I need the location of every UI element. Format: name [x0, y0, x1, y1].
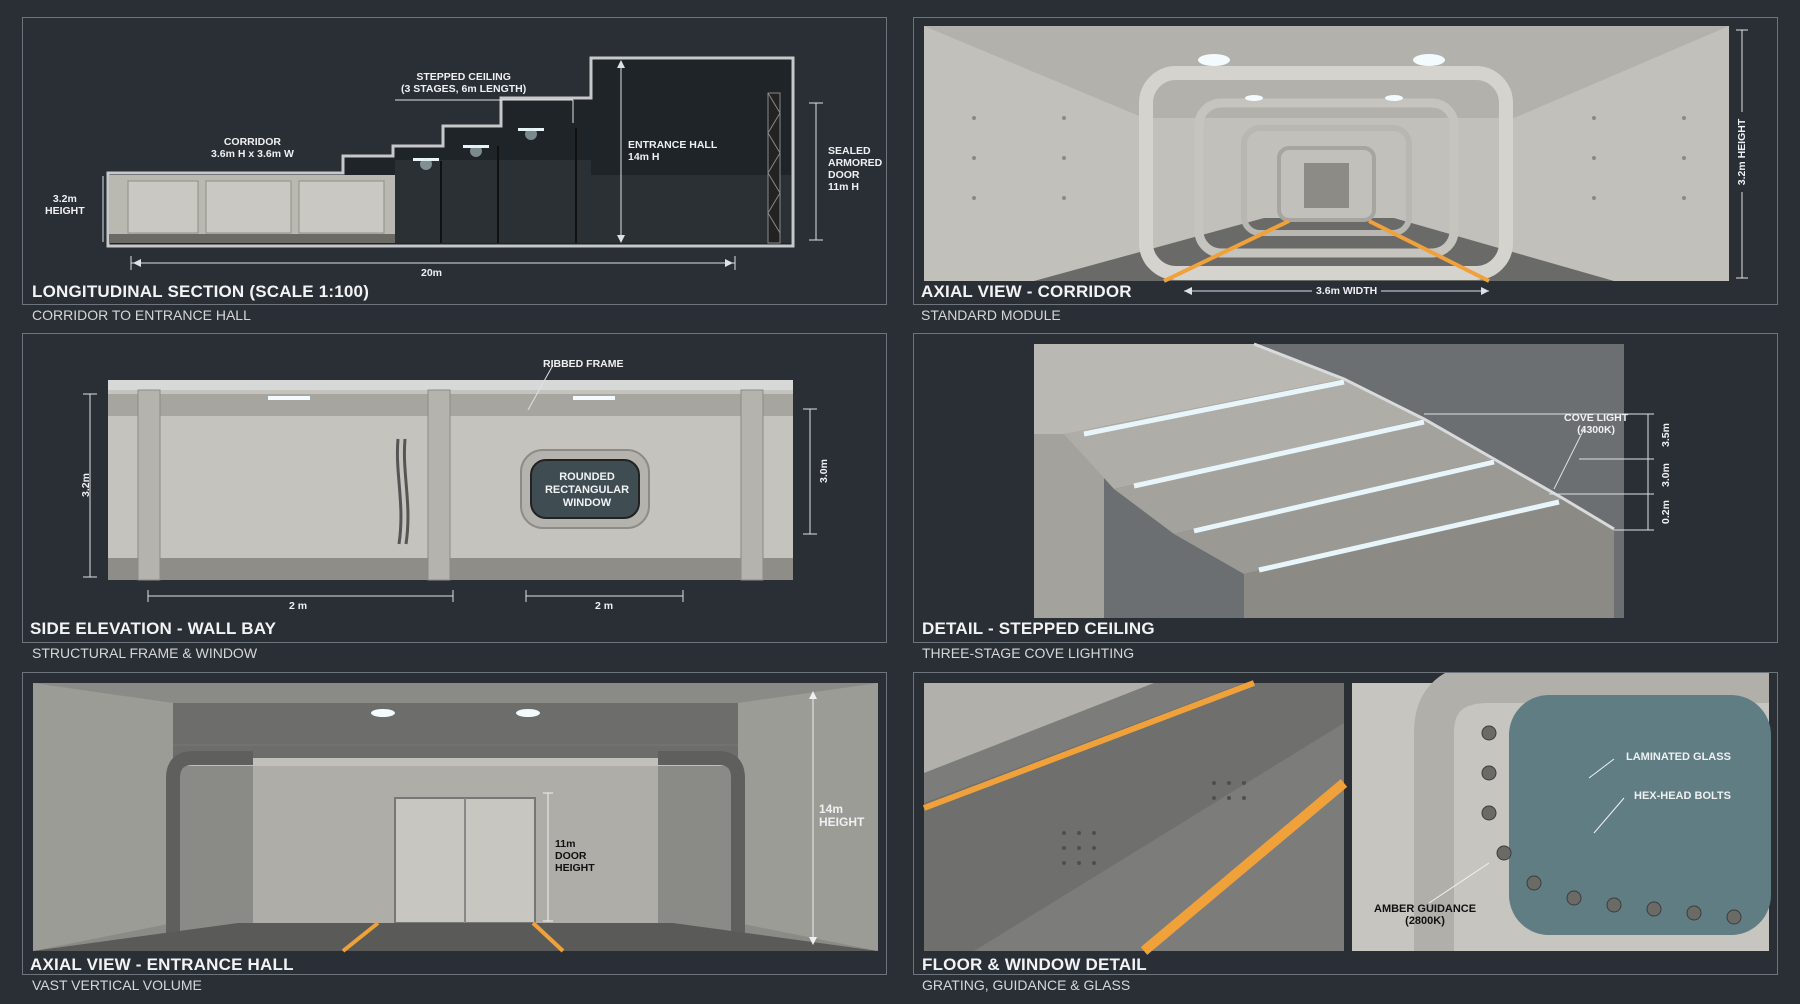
section-stepped-label: STEPPED CEILING (3 STAGES, 6m LENGTH) — [401, 71, 527, 95]
corridor-width-label: 3.6m WIDTH — [1312, 285, 1382, 297]
elevation-drawing — [83, 364, 817, 602]
panel-title: LONGITUDINAL SECTION (SCALE 1:100) — [32, 282, 370, 301]
ceiling-dim-1: 3.5m — [1660, 423, 1672, 447]
section-corridor-label: CORRIDOR 3.6m H x 3.6m W — [211, 136, 294, 160]
elevation-height-right: 3.0m — [818, 459, 830, 483]
section-hall-label: ENTRANCE HALL 14m H — [628, 139, 718, 163]
elevation-bay-1: 2 m — [289, 600, 308, 612]
panel-stepped-ceiling: COVE LIGHT (4300K) 3.5m 3.0m 0.2m DETAIL… — [913, 333, 1778, 643]
hall-render — [33, 683, 878, 953]
detail-amber-label: AMBER GUIDANCE (2800K) — [1374, 903, 1477, 927]
section-drawing — [102, 56, 823, 270]
panel-title: SIDE ELEVATION - WALL BAY — [30, 619, 277, 638]
panel-subtitle: THREE-STAGE COVE LIGHTING — [922, 645, 1135, 661]
panel-floor-window-detail: LAMINATED GLASS HEX-HEAD BOLTS AMBER GUI… — [913, 672, 1778, 975]
panel-subtitle: GRATING, GUIDANCE & GLASS — [922, 977, 1131, 993]
panel-title: DETAIL - STEPPED CEILING — [922, 619, 1155, 638]
panel-axial-corridor: 3.6m WIDTH 3.2m HEIGHT AXIAL VIEW - CORR… — [913, 17, 1778, 305]
panel-axial-entrance-hall: 11m DOOR HEIGHT 14m HEIGHT AXIAL VIEW - … — [22, 672, 887, 975]
section-height-label: 3.2m HEIGHT — [45, 193, 85, 217]
hall-door-height-label: 11m DOOR HEIGHT — [555, 838, 595, 874]
ceiling-render — [1034, 342, 1654, 618]
corridor-height-label: 3.2m HEIGHT — [1736, 112, 1748, 192]
panel-subtitle: CORRIDOR TO ENTRANCE HALL — [32, 307, 251, 323]
panel-title: AXIAL VIEW - ENTRANCE HALL — [30, 955, 294, 974]
panel-subtitle: VAST VERTICAL VOLUME — [32, 977, 202, 993]
panel-subtitle: STANDARD MODULE — [921, 307, 1061, 323]
ceiling-dim-2: 3.0m — [1660, 463, 1672, 487]
hall-height-label: 14m HEIGHT — [819, 802, 865, 829]
panel-subtitle: STRUCTURAL FRAME & WINDOW — [32, 645, 258, 661]
panel-title: FLOOR & WINDOW DETAIL — [922, 955, 1147, 974]
section-length-label: 20m — [421, 267, 443, 279]
elevation-bay-2: 2 m — [595, 600, 614, 612]
ceiling-dim-3: 0.2m — [1660, 500, 1672, 524]
corridor-render — [924, 26, 1748, 295]
panel-title: AXIAL VIEW - CORRIDOR — [921, 282, 1132, 301]
elevation-window-label: ROUNDED RECTANGULAR WINDOW — [544, 471, 630, 509]
elevation-height-left: 3.2m — [80, 473, 92, 497]
detail-bolts-label: HEX-HEAD BOLTS — [1634, 790, 1731, 802]
section-door-label: SEALED ARMORED DOOR 11m H — [828, 145, 883, 193]
detail-render — [922, 673, 1771, 955]
panel-longitudinal-section: CORRIDOR 3.6m H x 3.6m W 3.2m HEIGHT STE… — [22, 17, 887, 305]
detail-glass-label: LAMINATED GLASS — [1626, 751, 1731, 763]
ceiling-cove-label: COVE LIGHT (4300K) — [1564, 412, 1629, 436]
elevation-frame-label: RIBBED FRAME — [543, 358, 624, 370]
panel-side-elevation: RIBBED FRAME ROUNDED RECTANGULAR WINDOW … — [22, 333, 887, 643]
